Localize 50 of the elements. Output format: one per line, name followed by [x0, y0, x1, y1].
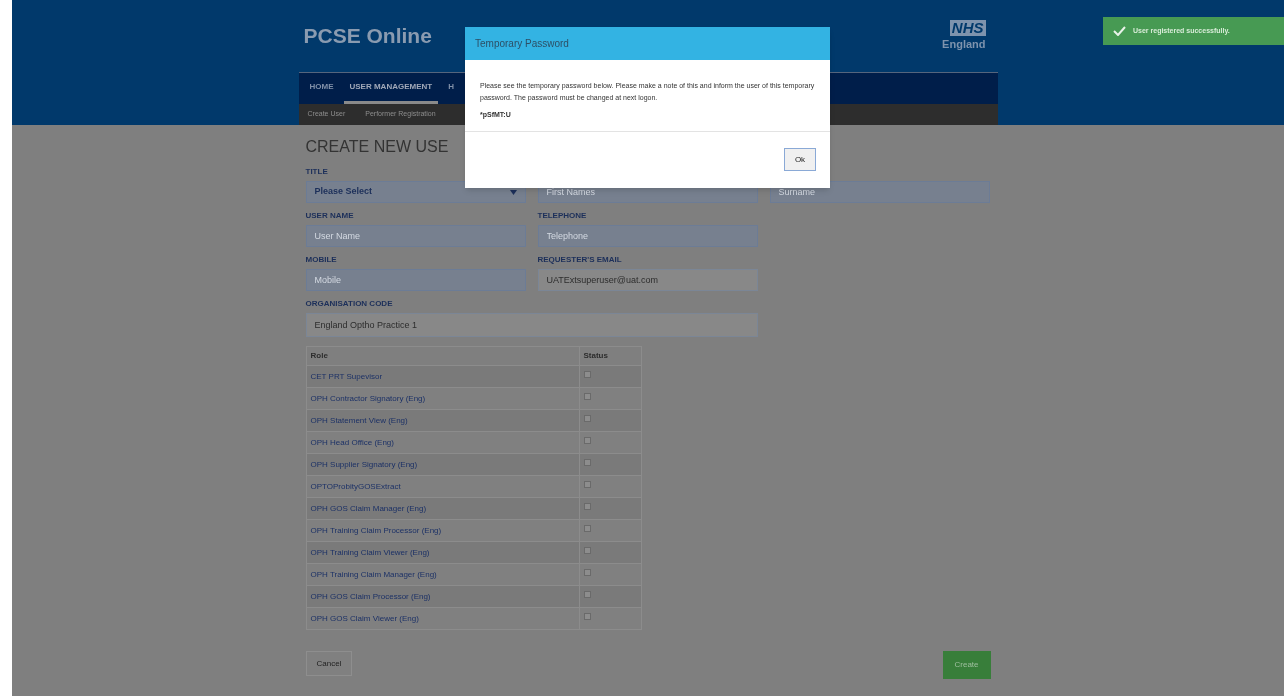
- nhs-logo: NHS: [949, 20, 986, 36]
- input-field[interactable]: England Optho Practice 1: [305, 313, 758, 337]
- input-field[interactable]: User Name: [305, 225, 526, 247]
- checkmark-icon: [1113, 26, 1126, 36]
- role-checkbox[interactable]: [583, 371, 591, 378]
- input-field[interactable]: UATExtsuperuser@uat.com: [537, 269, 758, 291]
- role-cell: OPH Supplier Signatory (Eng): [306, 453, 579, 476]
- role-checkbox[interactable]: [583, 547, 591, 554]
- logo-subtitle: England: [942, 37, 986, 52]
- role-cell: OPH Statement View (Eng): [306, 409, 579, 432]
- nav-tab[interactable]: H: [442, 73, 460, 104]
- role-checkbox[interactable]: [583, 459, 591, 466]
- role-cell: OPTOProbityGOSExtract: [306, 475, 579, 498]
- field-label: MOBILE: [305, 253, 337, 266]
- field-label: REQUESTER'S EMAIL: [537, 253, 622, 266]
- role-cell: OPH Training Claim Viewer (Eng): [306, 541, 579, 564]
- role-checkbox[interactable]: [583, 569, 591, 576]
- create-button[interactable]: Create: [942, 651, 991, 679]
- role-cell: OPH Head Office (Eng): [306, 431, 579, 454]
- nav-tab[interactable]: HOME: [303, 73, 340, 104]
- role-cell: OPH Training Claim Processor (Eng): [306, 519, 579, 542]
- column-header: Role: [306, 346, 579, 366]
- page-heading: CREATE NEW USE: [305, 137, 450, 157]
- role-checkbox[interactable]: [583, 613, 591, 620]
- role-checkbox[interactable]: [583, 481, 591, 488]
- input-field[interactable]: Surname: [769, 181, 990, 203]
- field-label: USER NAME: [305, 209, 354, 222]
- role-cell: CET PRT Supevisor: [306, 365, 579, 388]
- role-checkbox[interactable]: [583, 437, 591, 444]
- role-cell: OPH GOS Claim Viewer (Eng): [306, 607, 579, 630]
- column-header: Status: [579, 346, 641, 366]
- ok-button[interactable]: Ok: [784, 148, 816, 172]
- role-checkbox[interactable]: [583, 393, 591, 400]
- role-cell: OPH GOS Claim Processor (Eng): [306, 585, 579, 608]
- site-title: PCSE Online: [303, 23, 432, 49]
- field-label: ORGANISATION CODE: [305, 297, 393, 310]
- cancel-button[interactable]: Cancel: [305, 651, 353, 676]
- input-field[interactable]: Mobile: [305, 269, 526, 291]
- input-field[interactable]: Telephone: [537, 225, 758, 247]
- field-label: TITLE: [305, 165, 328, 178]
- title-select[interactable]: Please Select: [305, 181, 526, 203]
- role-checkbox[interactable]: [583, 415, 591, 422]
- role-cell: OPH GOS Claim Manager (Eng): [306, 497, 579, 520]
- dialog-title: Temporary Password: [475, 37, 569, 51]
- field-label: TELEPHONE: [537, 209, 587, 222]
- role-checkbox[interactable]: [583, 525, 591, 532]
- role-checkbox[interactable]: [583, 503, 591, 510]
- role-cell: OPH Training Claim Manager (Eng): [306, 563, 579, 586]
- role-cell: OPH Contractor Signatory (Eng): [306, 387, 579, 410]
- role-checkbox[interactable]: [583, 591, 591, 598]
